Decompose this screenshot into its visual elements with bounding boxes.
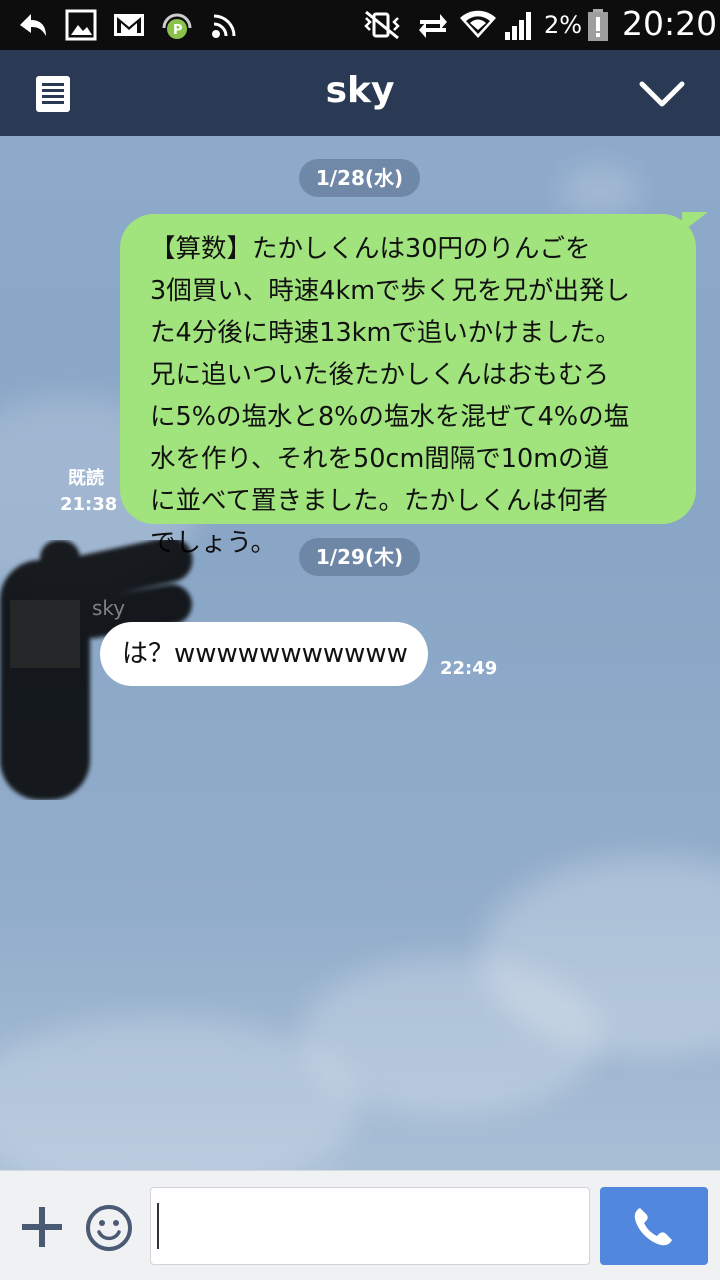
- message-line: に5%の塩水と8%の塩水を混ぜて4%の塩: [150, 402, 630, 432]
- mute-vibrate-icon: [364, 10, 400, 40]
- message-line: 兄に追いついた後たかしくんはおもむろ: [150, 360, 610, 390]
- message-input[interactable]: [150, 1187, 590, 1265]
- chevron-down-icon[interactable]: [638, 78, 686, 110]
- message-line: に並べて置きました。たかしくんは何者: [150, 486, 608, 516]
- message-line: 【算数】たかしくんは30円のりんごを: [150, 234, 591, 264]
- call-button[interactable]: [600, 1187, 708, 1265]
- message-input-bar: [0, 1170, 720, 1280]
- data-transfer-icon: [419, 14, 447, 38]
- message-timestamp: 22:49: [440, 658, 498, 679]
- clock: 20:20: [622, 4, 718, 43]
- wifi-icon: [460, 10, 496, 38]
- received-message-bubble[interactable]: は？wwwwwwwwwww: [100, 622, 428, 686]
- sent-message-bubble[interactable]: 【算数】たかしくんは30円のりんごを 3個買い、時速4kmで歩く兄を兄が出発し …: [120, 214, 696, 558]
- gallery-icon: [65, 9, 97, 41]
- gmail-icon: [114, 14, 144, 36]
- message-line: 3個買い、時速4kmで歩く兄を兄が出発し: [150, 276, 631, 306]
- battery-icon: [588, 9, 608, 41]
- message-timestamp: 21:38: [60, 494, 118, 515]
- back-arrow-icon: [20, 14, 46, 36]
- sender-name: sky: [92, 596, 126, 620]
- status-bar: P 2% 20:20: [0, 0, 720, 50]
- background-cloud: [560, 166, 640, 216]
- date-separator: 1/28(水): [299, 159, 420, 197]
- chat-title: sky: [325, 70, 395, 111]
- read-receipt: 既読: [68, 468, 104, 489]
- battery-percent: 2%: [544, 11, 583, 39]
- phone-icon: [634, 1208, 672, 1246]
- signal-icon: [505, 12, 531, 40]
- message-line: 水を作り、それを50cm間隔で10mの道: [150, 444, 610, 474]
- chat-header: sky: [0, 50, 720, 136]
- text-cursor: [157, 1203, 159, 1249]
- message-line: た4分後に時速13kmで追いかけました。: [150, 318, 621, 348]
- smiley-icon[interactable]: [84, 1203, 134, 1253]
- chat-area[interactable]: 1/28(水) 【算数】たかしくんは30円のりんごを 3個買い、時速4kmで歩く…: [0, 136, 720, 1170]
- svg-text:P: P: [173, 23, 183, 38]
- cast-icon: [212, 14, 236, 38]
- plus-icon[interactable]: [20, 1205, 64, 1249]
- podcast-app-icon: P: [162, 13, 192, 39]
- date-separator: 1/29(木): [299, 538, 420, 576]
